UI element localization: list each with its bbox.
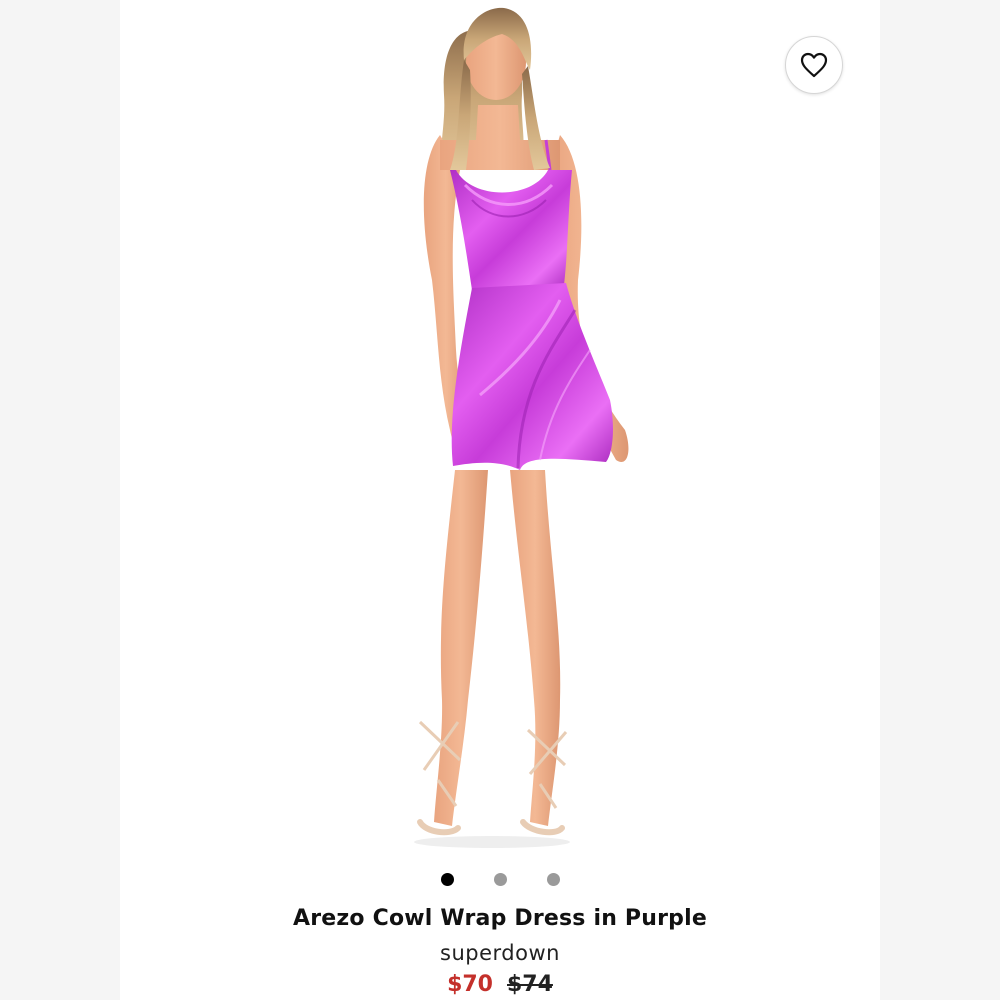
- heart-outline-icon: [800, 52, 828, 78]
- sale-price: $70: [447, 972, 493, 997]
- left-margin: [0, 0, 120, 1000]
- product-title[interactable]: Arezo Cowl Wrap Dress in Purple: [0, 906, 1000, 931]
- favorite-button[interactable]: [785, 36, 843, 94]
- original-price: $74: [507, 972, 553, 997]
- carousel-dot-2[interactable]: [493, 873, 507, 886]
- price-row: $70 $74: [0, 972, 1000, 997]
- product-image[interactable]: [120, 0, 880, 855]
- carousel-dot-3[interactable]: [546, 873, 560, 886]
- carousel-dot-1[interactable]: [440, 873, 454, 886]
- product-brand[interactable]: superdown: [0, 941, 1000, 965]
- product-page: Arezo Cowl Wrap Dress in Purple superdow…: [0, 0, 1000, 1000]
- right-margin: [880, 0, 1000, 1000]
- carousel-dots: [0, 873, 1000, 886]
